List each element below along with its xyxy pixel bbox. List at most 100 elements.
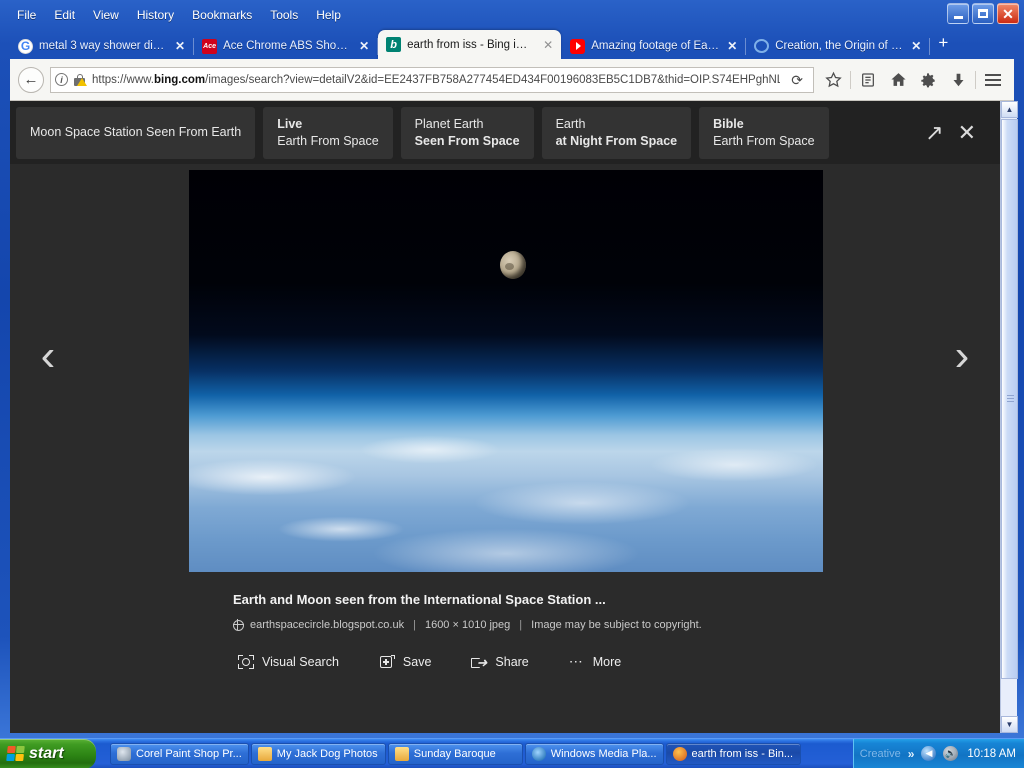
taskbar-item-corel[interactable]: Corel Paint Shop Pr... bbox=[110, 743, 249, 765]
related-chip-bible-earth[interactable]: Bible Earth From Space bbox=[699, 107, 828, 159]
taskbar-item-label: Corel Paint Shop Pr... bbox=[136, 748, 242, 760]
previous-image-arrow[interactable]: ‹ bbox=[28, 334, 68, 378]
globe-icon bbox=[233, 620, 244, 631]
tab-amazing-footage[interactable]: Amazing footage of Eart... ✕ bbox=[562, 33, 745, 59]
wmp-icon bbox=[532, 747, 546, 761]
volume-icon[interactable]: 🔊 bbox=[943, 746, 958, 761]
taskbar-item-label: My Jack Dog Photos bbox=[277, 748, 378, 760]
page-scrollbar[interactable]: ▲ ▼ bbox=[1000, 101, 1017, 733]
detail-view-controls: ↗ ✕ bbox=[925, 122, 994, 144]
related-chip-moon-space-station[interactable]: Moon Space Station Seen From Earth bbox=[16, 107, 255, 159]
tab-close-icon[interactable]: ✕ bbox=[173, 40, 187, 52]
url-text: https://www.bing.com/images/search?view=… bbox=[92, 74, 780, 86]
tab-ace-chrome[interactable]: Ace Ace Chrome ABS Shower... ✕ bbox=[194, 33, 377, 59]
related-chip-line1: Earth bbox=[556, 116, 678, 133]
main-image[interactable] bbox=[189, 170, 823, 572]
visual-search-icon bbox=[238, 654, 254, 670]
page-info-icon[interactable]: i bbox=[55, 73, 68, 86]
close-detail-icon[interactable]: ✕ bbox=[958, 122, 976, 144]
start-button[interactable]: start bbox=[0, 739, 96, 768]
more-icon: ⋯ bbox=[569, 654, 585, 670]
tab-close-icon[interactable]: ✕ bbox=[909, 40, 923, 52]
tab-creation-origin[interactable]: Creation, the Origin of Li... ✕ bbox=[746, 33, 929, 59]
maximize-icon bbox=[978, 9, 988, 18]
reload-button[interactable]: ⟳ bbox=[785, 73, 809, 87]
menu-bar: File Edit View History Bookmarks Tools H… bbox=[8, 5, 350, 25]
related-chip-line1: Moon Space Station Seen From Earth bbox=[30, 124, 241, 141]
taskbar-item-my-jack-dog-photos[interactable]: My Jack Dog Photos bbox=[251, 743, 386, 765]
menu-edit[interactable]: Edit bbox=[45, 6, 84, 24]
save-button[interactable]: Save bbox=[379, 654, 432, 670]
toolbar-divider bbox=[975, 71, 976, 89]
minimize-button[interactable] bbox=[947, 3, 969, 24]
menu-edit-label: Edit bbox=[54, 8, 75, 22]
tab-metal-shower[interactable]: G metal 3 way shower dive... ✕ bbox=[10, 33, 193, 59]
taskbar-items: Corel Paint Shop Pr... My Jack Dog Photo… bbox=[110, 743, 801, 765]
taskbar-clock[interactable]: 10:18 AM bbox=[967, 748, 1016, 760]
menu-view-label: View bbox=[93, 8, 119, 22]
menu-icon[interactable] bbox=[978, 66, 1008, 94]
taskbar-item-windows-media-player[interactable]: Windows Media Pla... bbox=[525, 743, 664, 765]
new-tab-button[interactable]: + bbox=[930, 34, 956, 54]
taskbar-item-label: earth from iss - Bin... bbox=[692, 748, 793, 760]
expand-icon[interactable]: ↗ bbox=[925, 122, 943, 144]
share-button[interactable]: ➜ Share bbox=[471, 654, 528, 670]
related-chip-planet-earth[interactable]: Planet Earth Seen From Space bbox=[401, 107, 534, 159]
tab-close-icon[interactable]: ✕ bbox=[541, 39, 555, 51]
tab-title: earth from iss - Bing imag... bbox=[407, 39, 535, 51]
menu-tools[interactable]: Tools bbox=[261, 6, 307, 24]
taskbar-item-sunday-baroque[interactable]: Sunday Baroque bbox=[388, 743, 523, 765]
tab-earth-from-iss[interactable]: b earth from iss - Bing imag... ✕ bbox=[378, 30, 561, 59]
library-icon[interactable] bbox=[853, 66, 883, 94]
bookmark-star-icon[interactable] bbox=[818, 66, 848, 94]
ring-favicon bbox=[754, 39, 769, 53]
menu-help[interactable]: Help bbox=[307, 6, 350, 24]
hamburger-lines bbox=[985, 74, 1001, 86]
related-chip-line2: at Night From Space bbox=[556, 133, 678, 150]
menu-bookmarks-label: Bookmarks bbox=[192, 8, 252, 22]
image-dimensions: 1600 × 1010 jpeg bbox=[425, 618, 510, 632]
meta-separator: | bbox=[413, 618, 416, 632]
more-button[interactable]: ⋯ More bbox=[569, 654, 621, 670]
gear-icon[interactable] bbox=[913, 66, 943, 94]
navigation-toolbar: ← i https://www.bing.com/images/search?v… bbox=[10, 59, 1014, 101]
save-icon bbox=[379, 654, 395, 670]
scrollbar-grip bbox=[1007, 395, 1014, 403]
share-label: Share bbox=[495, 654, 528, 670]
url-suffix: /images/search?view=detailV2&id=EE2437FB… bbox=[205, 74, 780, 86]
home-icon[interactable] bbox=[883, 66, 913, 94]
menu-file[interactable]: File bbox=[8, 6, 45, 24]
image-title[interactable]: Earth and Moon seen from the Internation… bbox=[233, 591, 793, 609]
related-chip-line1: Planet Earth bbox=[415, 116, 520, 133]
taskbar: start Corel Paint Shop Pr... My Jack Dog… bbox=[0, 738, 1024, 768]
tab-title: Ace Chrome ABS Shower... bbox=[223, 40, 351, 52]
scroll-up-button[interactable]: ▲ bbox=[1001, 101, 1018, 118]
tray-creative-icon[interactable]: ◀ bbox=[921, 746, 936, 761]
address-bar[interactable]: i https://www.bing.com/images/search?vie… bbox=[50, 67, 814, 93]
folder-icon bbox=[258, 747, 272, 761]
taskbar-item-earth-from-iss[interactable]: earth from iss - Bin... bbox=[666, 743, 801, 765]
related-chip-earth-at-night[interactable]: Earth at Night From Space bbox=[542, 107, 692, 159]
image-source-link[interactable]: earthspacecircle.blogspot.co.uk bbox=[250, 618, 404, 632]
tab-close-icon[interactable]: ✕ bbox=[357, 40, 371, 52]
close-button[interactable]: ✕ bbox=[997, 3, 1019, 24]
menu-history[interactable]: History bbox=[128, 6, 183, 24]
menu-file-label: File bbox=[17, 8, 36, 22]
back-button[interactable]: ← bbox=[18, 67, 44, 93]
scroll-down-button[interactable]: ▼ bbox=[1001, 716, 1018, 733]
related-chip-live-earth[interactable]: Live Earth From Space bbox=[263, 107, 392, 159]
menu-view[interactable]: View bbox=[84, 6, 128, 24]
maximize-button[interactable] bbox=[972, 3, 994, 24]
scrollbar-thumb[interactable] bbox=[1001, 119, 1018, 679]
close-icon: ✕ bbox=[1002, 7, 1014, 21]
meta-separator: | bbox=[519, 618, 522, 632]
insecure-lock-icon[interactable] bbox=[73, 73, 87, 87]
menu-bookmarks[interactable]: Bookmarks bbox=[183, 6, 261, 24]
downloads-icon[interactable] bbox=[943, 66, 973, 94]
copyright-notice: Image may be subject to copyright. bbox=[531, 618, 702, 632]
tab-close-icon[interactable]: ✕ bbox=[725, 40, 739, 52]
windows-flag-icon bbox=[6, 746, 25, 761]
visual-search-button[interactable]: Visual Search bbox=[238, 654, 339, 670]
next-image-arrow[interactable]: › bbox=[942, 334, 982, 378]
tray-expand-icon[interactable]: » bbox=[908, 747, 915, 761]
